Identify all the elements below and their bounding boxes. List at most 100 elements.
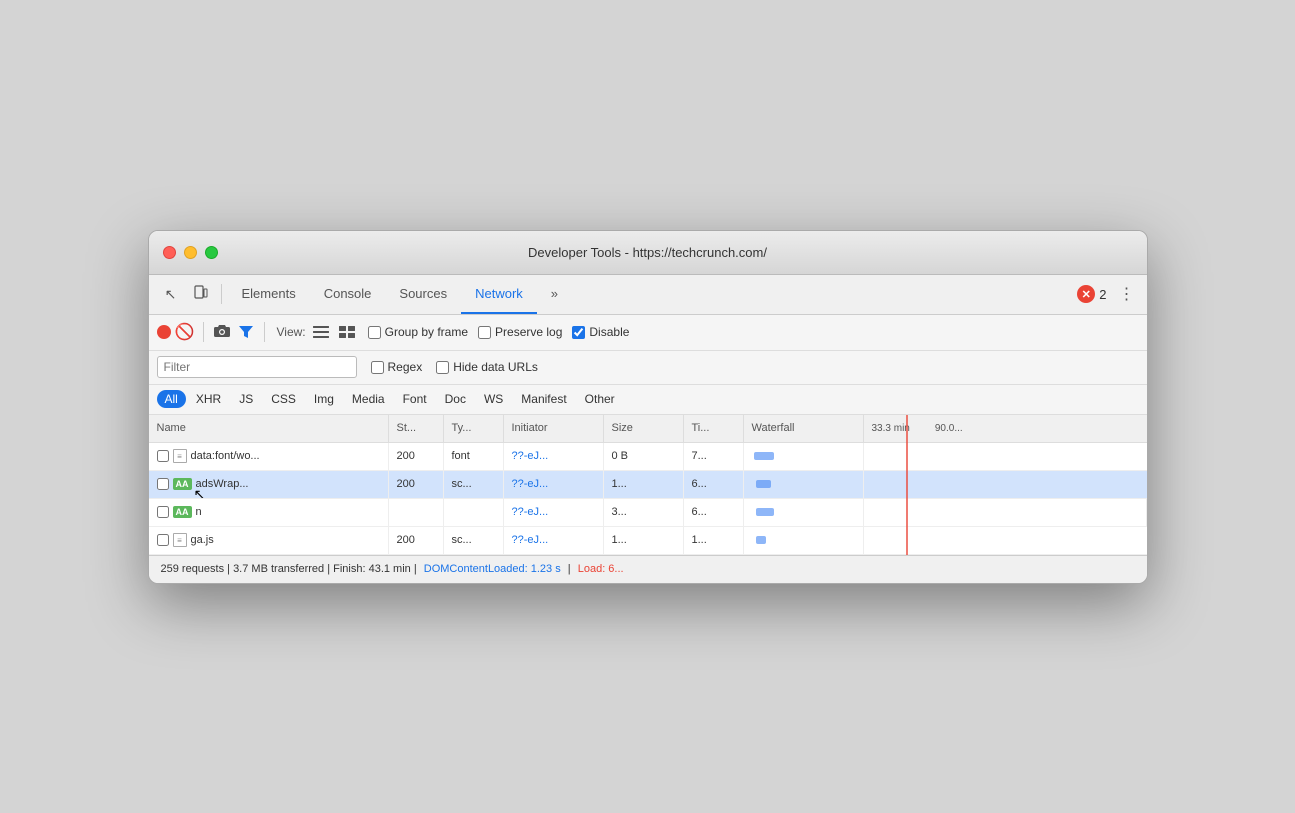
more-menu-button[interactable]: ⋮ [1115,280,1139,308]
tab-elements[interactable]: Elements [228,274,310,314]
disable-cache-option[interactable]: Disable [572,325,629,339]
td-name: AA n [149,499,389,526]
clear-button[interactable]: 🚫 [175,322,195,342]
file-icon: ≡ [173,449,187,463]
table-row[interactable]: AA adsWrap... ↖ 200 sc... ??-eJ... 1... … [149,471,1147,499]
th-time-range[interactable]: 33.3 min 90.0... [864,415,1147,442]
table-header: Name St... Ty... Initiator Size Ti... Wa… [149,415,1147,443]
load-text: Load: 6... [578,563,624,575]
group-by-frame-checkbox[interactable] [368,326,381,339]
type-filter-doc[interactable]: Doc [437,390,474,408]
regex-option[interactable]: Regex [371,360,423,374]
requests-table: Name St... Ty... Initiator Size Ti... Wa… [149,415,1147,555]
td-waterfall-cell [744,471,864,498]
main-toolbar: ↖ Elements Console Sources Net [149,275,1147,315]
regex-checkbox[interactable] [371,361,384,374]
error-icon: ✕ [1077,285,1095,303]
type-filter-css[interactable]: CSS [263,390,304,408]
tab-overflow[interactable]: » [537,274,572,314]
th-time[interactable]: Ti... [684,415,744,442]
td-name: ≡ ga.js [149,527,389,554]
table-row[interactable]: ≡ data:font/wo... 200 font ??-eJ... 0 B … [149,443,1147,471]
type-filter-js[interactable]: JS [231,390,261,408]
aa-badge: AA [173,478,192,490]
td-initiator: ??-eJ... [504,527,604,554]
th-initiator[interactable]: Initiator [504,415,604,442]
th-status[interactable]: St... [389,415,444,442]
network-toolbar: 🚫 View: [149,315,1147,351]
td-time: 7... [684,443,744,470]
table-row[interactable]: ≡ ga.js 200 sc... ??-eJ... 1... 1... [149,527,1147,555]
preserve-log-option[interactable]: Preserve log [478,325,562,339]
type-filter-manifest[interactable]: Manifest [513,390,574,408]
filter-input[interactable] [157,356,357,378]
th-type[interactable]: Ty... [444,415,504,442]
tab-bar: Elements Console Sources Network » [228,274,1076,314]
hide-data-urls-checkbox[interactable] [436,361,449,374]
type-filter-xhr[interactable]: XHR [188,390,229,408]
group-by-frame-label: Group by frame [385,325,468,339]
type-filter-other[interactable]: Other [577,390,623,408]
td-waterfall-cell [744,527,864,554]
type-filter-media[interactable]: Media [344,390,393,408]
tab-sources[interactable]: Sources [385,274,461,314]
grouped-view-button[interactable] [336,321,358,343]
group-by-frame-option[interactable]: Group by frame [368,325,468,339]
td-initiator: ??-eJ... [504,499,604,526]
waterfall-bar [756,480,771,488]
type-filter-font[interactable]: Font [395,390,435,408]
disable-cache-label: Disable [589,325,629,339]
status-bar: 259 requests | 3.7 MB transferred | Fini… [149,555,1147,583]
th-name[interactable]: Name [149,415,389,442]
record-button[interactable] [157,325,171,339]
td-time: 1... [684,527,744,554]
row-checkbox[interactable] [157,450,169,462]
td-time-range [864,471,1147,498]
clear-icon: 🚫 [175,322,195,342]
td-type: font [444,443,504,470]
filter-button[interactable] [236,322,256,342]
hide-data-urls-label: Hide data URLs [453,360,538,374]
traffic-lights [163,246,218,259]
device-icon [194,285,208,304]
td-time-range [864,499,1147,526]
th-size[interactable]: Size [604,415,684,442]
td-time-range [864,443,1147,470]
type-filter-ws[interactable]: WS [476,390,511,408]
tab-console[interactable]: Console [310,274,386,314]
preserve-log-checkbox[interactable] [478,326,491,339]
row-checkbox[interactable] [157,478,169,490]
view-label: View: [277,325,306,339]
close-button[interactable] [163,246,176,259]
tab-network[interactable]: Network [461,274,537,314]
type-filter-img[interactable]: Img [306,390,342,408]
filter-bar: Regex Hide data URLs [149,351,1147,385]
table-row[interactable]: AA n ??-eJ... 3... 6... AOL Advertising.… [149,499,1147,527]
td-name: ≡ data:font/wo... [149,443,389,470]
maximize-button[interactable] [205,246,218,259]
row-checkbox[interactable] [157,506,169,518]
td-type: sc... [444,471,504,498]
status-text: 259 requests | 3.7 MB transferred | Fini… [161,563,420,575]
device-toggle-button[interactable] [187,280,215,308]
td-waterfall-cell [744,443,864,470]
td-size: 0 B [604,443,684,470]
minimize-button[interactable] [184,246,197,259]
td-initiator: ??-eJ... [504,471,604,498]
waterfall-bar [756,508,774,516]
cursor-tool-button[interactable]: ↖ [157,280,185,308]
screenshot-button[interactable] [212,322,232,342]
hide-data-urls-option[interactable]: Hide data URLs [436,360,538,374]
disable-cache-checkbox[interactable] [572,326,585,339]
td-status: 200 [389,443,444,470]
waterfall-bar [754,452,774,460]
aa-badge: AA [173,506,192,518]
td-waterfall-cell [744,499,864,526]
td-time: 6... [684,499,744,526]
td-time: 6... [684,471,744,498]
type-filter-all[interactable]: All [157,390,186,408]
th-waterfall[interactable]: Waterfall [744,415,864,442]
list-view-button[interactable] [310,321,332,343]
row-checkbox[interactable] [157,534,169,546]
toolbar-divider-1 [221,284,222,304]
